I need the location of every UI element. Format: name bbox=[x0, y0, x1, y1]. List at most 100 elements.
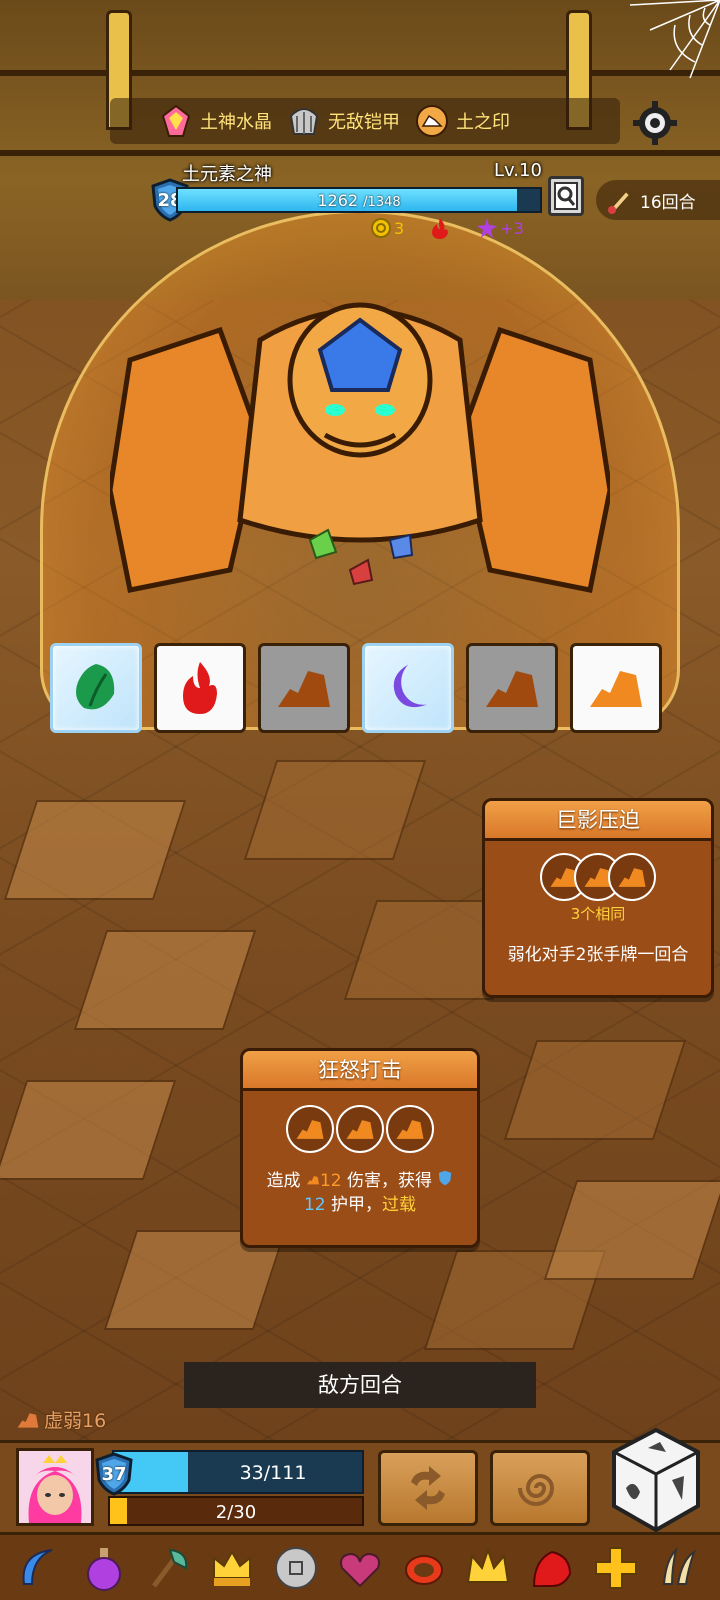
player-weak-status[interactable]: 虚弱16 bbox=[16, 1406, 106, 1433]
item-slot[interactable] bbox=[14, 1542, 66, 1594]
item-slot[interactable] bbox=[270, 1542, 322, 1594]
skill-card-shadow-oppression[interactable]: 巨影压迫 3个相同 弱化对手2张手牌一回合 bbox=[482, 798, 714, 998]
item-slot[interactable] bbox=[142, 1542, 194, 1594]
dice-ring-slot bbox=[336, 1105, 384, 1153]
boss-status-value: +3 bbox=[500, 218, 524, 238]
skill-card-description: 弱化对手2张手牌一回合 bbox=[507, 945, 689, 965]
fire-icon bbox=[183, 662, 217, 714]
dice-ring-slot bbox=[608, 853, 656, 901]
player-hp-text: 33/111 bbox=[239, 1462, 307, 1484]
leaf-icon bbox=[76, 664, 115, 710]
artifact-bar: 土神水晶 无敌铠甲 土之印 bbox=[110, 98, 620, 144]
dice-slot[interactable] bbox=[154, 643, 246, 733]
boss-hp-max: /1348 bbox=[363, 195, 401, 210]
artifact-armor[interactable]: 无敌铠甲 bbox=[286, 103, 400, 139]
weak-status-label: 虚弱16 bbox=[44, 1410, 107, 1432]
skill-card-title: 狂怒打击 bbox=[243, 1051, 477, 1091]
dice-slot[interactable] bbox=[258, 643, 350, 733]
holy-cross-icon bbox=[595, 1546, 637, 1589]
desc-text: 伤害，获得 bbox=[347, 1171, 433, 1191]
boss-status-star[interactable]: +3 bbox=[476, 217, 524, 239]
skill-card-description: 造成 12 伤害，获得 12 护甲，过载 bbox=[243, 1169, 477, 1217]
rock-icon bbox=[590, 671, 642, 707]
inspect-button[interactable] bbox=[548, 176, 584, 216]
player-energy-text: 2/30 bbox=[215, 1502, 257, 1523]
heart-icon bbox=[340, 1552, 380, 1587]
spider-web-decoration bbox=[630, 0, 720, 79]
boss-level: Lv.10 bbox=[494, 160, 542, 181]
artifact-earth-seal[interactable]: 土之印 bbox=[414, 103, 510, 139]
item-slot[interactable] bbox=[78, 1542, 130, 1594]
moon-icon bbox=[393, 664, 427, 708]
crown-helmet-icon bbox=[213, 1549, 251, 1586]
boss-name: 土元素之神 bbox=[182, 164, 272, 185]
roll-dice-button[interactable] bbox=[610, 1428, 702, 1532]
dice-slot[interactable] bbox=[362, 643, 454, 733]
dice-slot[interactable] bbox=[50, 643, 142, 733]
crystal-icon bbox=[158, 103, 194, 139]
player-shield-badge: 37 bbox=[94, 1452, 134, 1496]
coin-icon bbox=[275, 1546, 317, 1589]
item-slot[interactable] bbox=[590, 1542, 642, 1594]
artifact-label: 土之印 bbox=[456, 112, 510, 133]
spiral-icon bbox=[518, 1474, 555, 1506]
coin-icon bbox=[371, 218, 391, 238]
player-portrait bbox=[19, 1451, 91, 1523]
item-slot[interactable] bbox=[398, 1542, 450, 1594]
boss-status-row: 3 +3 bbox=[370, 216, 524, 240]
swap-arrows-icon bbox=[411, 1466, 445, 1510]
item-slot[interactable] bbox=[462, 1542, 514, 1594]
gold-crown-icon bbox=[466, 1546, 510, 1583]
relic-items-bar bbox=[0, 1532, 720, 1600]
boss-status-value: 3 bbox=[394, 218, 405, 238]
rock-icon bbox=[296, 1120, 324, 1139]
earth-seal-icon bbox=[414, 103, 450, 139]
gear-icon bbox=[633, 101, 677, 145]
player-avatar[interactable] bbox=[16, 1448, 94, 1526]
item-slot[interactable] bbox=[526, 1542, 578, 1594]
dice-ring-slot bbox=[386, 1105, 434, 1153]
boss-hp-bar: 1262 /1348 bbox=[176, 187, 542, 213]
fire-icon bbox=[432, 218, 449, 239]
shield-icon bbox=[439, 1170, 452, 1186]
rock-icon bbox=[278, 671, 330, 707]
ring-icon bbox=[405, 1554, 443, 1585]
claws-icon bbox=[662, 1546, 696, 1585]
earth-god-boss-sprite[interactable] bbox=[110, 240, 610, 620]
star-icon bbox=[477, 218, 498, 238]
item-slot[interactable] bbox=[206, 1542, 258, 1594]
dice-slot[interactable] bbox=[570, 643, 662, 733]
magnifier-icon bbox=[554, 182, 578, 210]
spiral-skill-button[interactable] bbox=[490, 1450, 590, 1526]
item-slot[interactable] bbox=[654, 1542, 706, 1594]
wall-band bbox=[0, 150, 720, 156]
player-hp-bar: 33/111 bbox=[112, 1450, 364, 1494]
dice-slot[interactable] bbox=[466, 643, 558, 733]
skill-card-dice bbox=[243, 1105, 477, 1153]
overload-keyword: 过载 bbox=[382, 1195, 417, 1215]
rock-icon bbox=[486, 671, 538, 707]
desc-text: 造成 bbox=[266, 1171, 301, 1191]
item-slot[interactable] bbox=[334, 1542, 386, 1594]
skill-card-dice bbox=[485, 853, 711, 901]
red-dragon-icon bbox=[532, 1550, 572, 1587]
rock-icon bbox=[618, 868, 646, 887]
enemy-dice-slots bbox=[50, 643, 670, 733]
artifact-crystal[interactable]: 土神水晶 bbox=[158, 103, 272, 139]
boss-status-fire[interactable] bbox=[428, 216, 452, 240]
skill-card-rage-strike[interactable]: 狂怒打击 造成 12 伤害，获得 12 护甲，过载 bbox=[240, 1048, 480, 1248]
skill-card-title: 巨影压迫 bbox=[485, 801, 711, 841]
boss-hp-value: 1262 bbox=[317, 191, 359, 210]
settings-button[interactable] bbox=[628, 96, 682, 150]
round-counter: 16回合 bbox=[596, 180, 720, 220]
boss-hp-text: 1262 /1348 bbox=[178, 191, 540, 210]
rock-icon bbox=[306, 1176, 320, 1185]
desc-text: 护甲， bbox=[331, 1195, 383, 1215]
axe-icon bbox=[152, 1548, 188, 1587]
damage-value: 12 bbox=[319, 1171, 342, 1191]
boss-status-coin[interactable]: 3 bbox=[370, 217, 404, 239]
player-energy-bar: 2/30 bbox=[108, 1496, 364, 1526]
boomerang-icon bbox=[22, 1548, 53, 1585]
artifact-label: 土神水晶 bbox=[200, 112, 272, 133]
reroll-button[interactable] bbox=[378, 1450, 478, 1526]
